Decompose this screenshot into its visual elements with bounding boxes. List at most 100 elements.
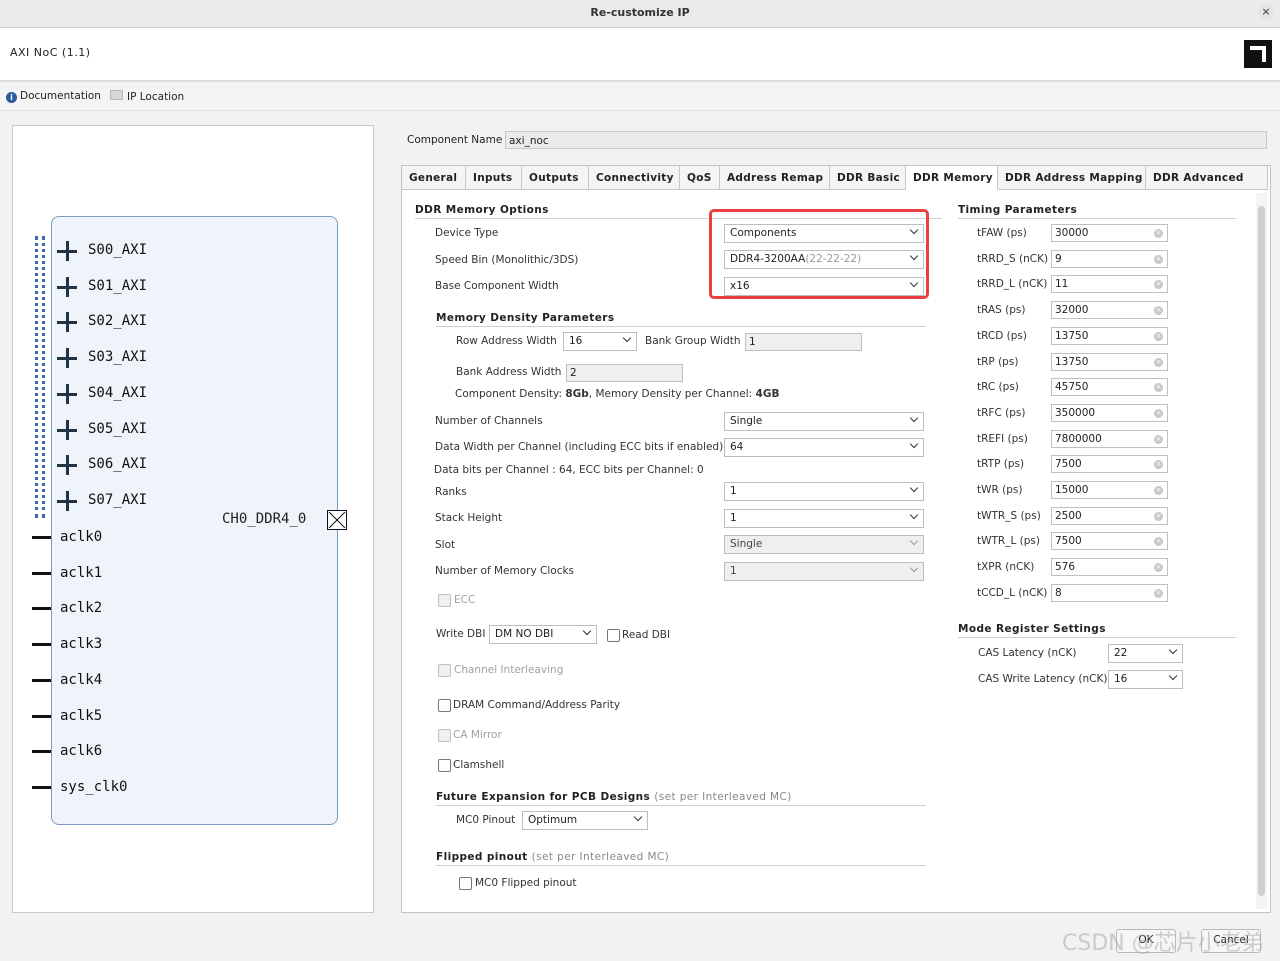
read-dbi-checkbox[interactable]	[607, 629, 620, 642]
timing-param-field[interactable]: 7500 ×	[1051, 455, 1168, 474]
add-port-icon[interactable]	[57, 490, 77, 511]
tab-ddr-address-mapping[interactable]: DDR Address Mapping	[998, 166, 1146, 190]
clock-port-label: aclk2	[60, 600, 103, 617]
clear-icon[interactable]: ×	[1154, 229, 1163, 238]
tab-outputs[interactable]: Outputs	[522, 166, 589, 190]
chevron-down-icon	[1168, 671, 1178, 681]
timing-param-field[interactable]: 9 ×	[1051, 249, 1168, 268]
write-dbi-dropdown[interactable]: DM NO DBI	[489, 625, 597, 644]
ip-location-label: IP Location	[127, 91, 185, 103]
timing-param-field[interactable]: 7800000 ×	[1051, 429, 1168, 448]
mc0-flipped-checkbox[interactable]	[459, 877, 472, 890]
axi-port-label: S01_AXI	[88, 277, 148, 294]
mc0-pinout-dropdown[interactable]: Optimum	[522, 811, 648, 830]
data-width-dropdown[interactable]: 64	[724, 438, 924, 457]
bank-group-label: Bank Group Width	[645, 335, 741, 347]
clear-icon[interactable]: ×	[1154, 460, 1163, 470]
timing-param-label: tRAS (ps)	[977, 304, 1026, 317]
timing-param-field[interactable]: 15000 ×	[1051, 481, 1168, 499]
cas-write-dropdown[interactable]: 16	[1108, 670, 1183, 689]
timing-param-field[interactable]: 13750 ×	[1051, 326, 1168, 345]
timing-param-label: tWR (ps)	[977, 484, 1023, 496]
timing-param-field[interactable]: 7500 ×	[1051, 532, 1168, 551]
clear-icon[interactable]: ×	[1154, 434, 1163, 444]
ecc-checkbox[interactable]	[438, 594, 451, 607]
clear-icon[interactable]: ×	[1154, 563, 1163, 573]
ip-location-link[interactable]: IP Location	[110, 90, 184, 103]
device-type-label: Device Type	[435, 227, 499, 239]
add-port-icon[interactable]	[57, 383, 77, 404]
timing-param-value: 350000	[1055, 406, 1096, 419]
clock-port-label: aclk0	[60, 529, 103, 545]
output-port-icon	[327, 510, 347, 530]
bank-address-field[interactable]: 2	[566, 364, 683, 382]
flipped-title: Flipped pinout (set per Interleaved MC)	[436, 851, 669, 863]
timing-param-field[interactable]: 11 ×	[1051, 275, 1168, 294]
timing-param-field[interactable]: 2500 ×	[1051, 506, 1168, 525]
add-port-icon[interactable]	[57, 276, 77, 297]
clear-icon[interactable]: ×	[1154, 306, 1163, 316]
add-port-icon[interactable]	[57, 419, 77, 440]
documentation-link[interactable]: i Documentation	[6, 90, 101, 103]
timing-param-field[interactable]: 30000 ×	[1051, 224, 1168, 242]
timing-param-field[interactable]: 13750 ×	[1051, 352, 1168, 371]
timing-param-field[interactable]: 576 ×	[1051, 558, 1168, 577]
clear-icon[interactable]: ×	[1154, 486, 1163, 495]
mem-clocks-dropdown[interactable]: 1	[724, 562, 924, 581]
channel-interleaving-checkbox[interactable]	[438, 664, 451, 677]
mc0-pinout-label: MC0 Pinout	[456, 814, 516, 826]
timing-param-field[interactable]: 8 ×	[1051, 583, 1168, 602]
tab-ddr-basic[interactable]: DDR Basic	[830, 166, 906, 190]
ranks-dropdown[interactable]: 1	[724, 482, 924, 501]
tab-ddr-advanced[interactable]: DDR Advanced	[1146, 166, 1268, 190]
density-summary-b: 8Gb	[565, 388, 589, 400]
clear-icon[interactable]: ×	[1154, 588, 1163, 598]
clear-icon[interactable]: ×	[1154, 408, 1163, 418]
mem-clocks-value: 1	[730, 565, 737, 577]
dram-parity-checkbox[interactable]	[438, 699, 451, 712]
write-dbi-label: Write DBI	[436, 628, 486, 640]
add-port-icon[interactable]	[57, 312, 77, 333]
tab-address-remap[interactable]: Address Remap	[720, 166, 830, 190]
clear-icon[interactable]: ×	[1154, 511, 1163, 521]
stack-height-dropdown[interactable]: 1	[724, 509, 924, 528]
close-icon[interactable]: ×	[1258, 4, 1274, 20]
bank-group-field[interactable]: 1	[745, 333, 862, 351]
channels-dropdown[interactable]: Single	[724, 412, 924, 431]
component-name-field[interactable]: axi_noc	[505, 131, 1267, 149]
tab-inputs[interactable]: Inputs	[466, 166, 522, 190]
tab-ddr-memory[interactable]: DDR Memory	[906, 166, 998, 190]
data-width-value: 64	[730, 441, 744, 453]
clock-port-label: aclk1	[60, 564, 103, 581]
tab-connectivity[interactable]: Connectivity	[589, 166, 680, 190]
timing-param-field[interactable]: 32000 ×	[1051, 301, 1168, 320]
cas-latency-dropdown[interactable]: 22	[1108, 644, 1183, 663]
clear-icon[interactable]: ×	[1154, 383, 1163, 393]
clear-icon[interactable]: ×	[1154, 280, 1163, 290]
timing-param-value: 7500	[1055, 535, 1082, 548]
add-port-icon[interactable]	[57, 455, 77, 476]
info-icon: i	[6, 92, 17, 103]
tab-qos[interactable]: QoS	[680, 166, 720, 190]
timing-param-label: tCCD_L (nCK)	[977, 586, 1048, 599]
future-title-text: Future Expansion for PCB Designs	[436, 791, 651, 803]
clear-icon[interactable]: ×	[1154, 357, 1163, 367]
chevron-down-icon	[909, 536, 919, 546]
clear-icon[interactable]: ×	[1154, 331, 1163, 341]
clear-icon[interactable]: ×	[1154, 254, 1163, 264]
axi-port-label: S06_AXI	[88, 456, 148, 473]
add-port-icon[interactable]	[57, 348, 77, 369]
timing-param-value: 11	[1055, 278, 1069, 291]
clamshell-checkbox[interactable]	[438, 759, 451, 772]
scrollbar-thumb[interactable]	[1258, 206, 1265, 896]
add-port-icon[interactable]	[57, 241, 77, 261]
ca-mirror-checkbox[interactable]	[438, 729, 451, 742]
ip-name: AXI NoC (1.1)	[10, 46, 91, 59]
slot-dropdown[interactable]: Single	[724, 535, 924, 554]
speed-bin-label: Speed Bin (Monolithic/3DS)	[435, 254, 579, 266]
timing-param-field[interactable]: 350000 ×	[1051, 403, 1168, 422]
row-address-dropdown[interactable]: 16	[563, 332, 637, 351]
clear-icon[interactable]: ×	[1154, 537, 1163, 547]
tab-general[interactable]: General	[402, 166, 466, 190]
timing-param-field[interactable]: 45750 ×	[1051, 378, 1168, 397]
